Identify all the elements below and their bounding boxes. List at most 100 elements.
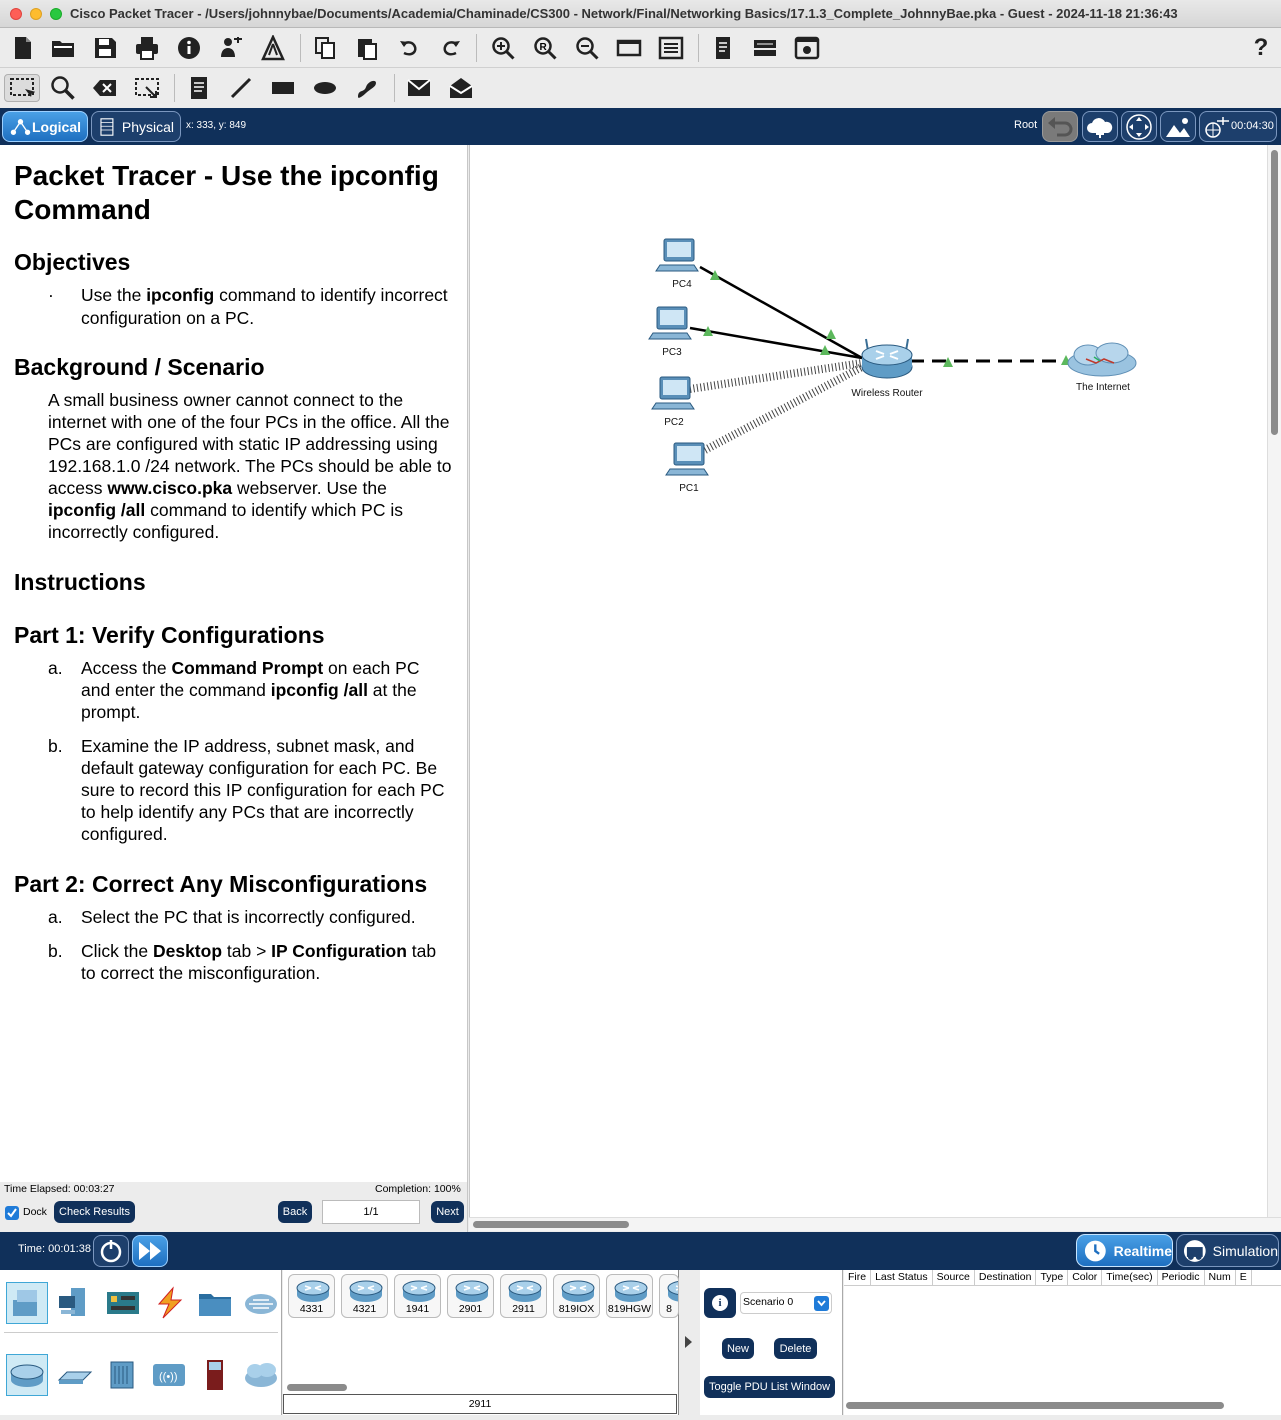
device-model-tile[interactable]: 819HGW [606, 1274, 653, 1318]
network-device-icon[interactable] [750, 34, 780, 62]
miscellaneous-icon[interactable] [194, 1282, 236, 1324]
delete-scenario-button[interactable]: Delete [774, 1338, 817, 1359]
draw-line-icon[interactable] [226, 74, 256, 102]
pdu-column-header[interactable]: Last Status [871, 1270, 933, 1285]
components-icon[interactable] [102, 1282, 144, 1324]
connections-icon[interactable] [148, 1282, 190, 1324]
set-background-button[interactable] [1160, 111, 1196, 142]
scenario-select[interactable]: Scenario 0 [740, 1292, 832, 1314]
move-object-button[interactable] [1121, 111, 1157, 142]
pdu-column-header[interactable]: Periodic [1158, 1270, 1205, 1285]
routers-icon[interactable] [6, 1354, 48, 1396]
device-model-tile[interactable]: 2911 [500, 1274, 547, 1318]
zoom-reset-icon[interactable]: R [530, 34, 560, 62]
custom-device-dialog-icon[interactable] [656, 34, 686, 62]
resize-shape-icon[interactable] [132, 74, 162, 102]
pdu-column-header[interactable]: E [1236, 1270, 1252, 1285]
network-devices-icon[interactable] [6, 1282, 48, 1324]
pc1-node[interactable] [665, 442, 709, 476]
device-model-tile[interactable]: 4331 [288, 1274, 335, 1318]
zoom-out-icon[interactable] [572, 34, 602, 62]
pdu-scrollbar[interactable] [846, 1400, 1279, 1410]
activity-wizard-icon[interactable] [216, 34, 246, 62]
info-icon[interactable] [174, 34, 204, 62]
undo-icon[interactable] [394, 34, 424, 62]
device-model-tile[interactable]: 2901 [447, 1274, 494, 1318]
freeform-draw-icon[interactable] [352, 74, 382, 102]
scroll-thumb[interactable] [473, 1221, 629, 1228]
pdu-column-header[interactable]: Fire [844, 1270, 872, 1285]
realtime-mode-button[interactable]: Realtime [1076, 1234, 1173, 1267]
end-devices-icon[interactable] [54, 1282, 96, 1324]
pdu-column-header[interactable]: Type [1036, 1270, 1069, 1285]
draw-rectangle-icon[interactable] [268, 74, 298, 102]
redo-icon[interactable] [436, 34, 466, 62]
device-model-tile[interactable]: 8 [659, 1274, 679, 1318]
tab-physical[interactable]: Physical [91, 111, 181, 142]
scenario-info-button[interactable]: i [704, 1288, 736, 1318]
device-model-tile[interactable]: 4321 [341, 1274, 388, 1318]
help-icon[interactable]: ? [1246, 34, 1276, 62]
internet-cloud-node[interactable] [1067, 342, 1137, 377]
model-scrollbar[interactable] [285, 1382, 677, 1392]
wireless-router-node[interactable] [861, 338, 913, 379]
select-tool-icon[interactable] [4, 74, 40, 102]
wan-emulation-icon[interactable] [240, 1354, 282, 1396]
scroll-thumb[interactable] [1271, 150, 1278, 435]
new-file-icon[interactable] [8, 34, 38, 62]
logical-workspace[interactable]: PC4 PC3 PC2 PC1 Wireless Router The Inte… [469, 145, 1267, 1217]
draw-ellipse-icon[interactable] [310, 74, 340, 102]
new-scenario-button[interactable]: New [722, 1338, 754, 1359]
back-button[interactable]: Back [278, 1201, 312, 1223]
save-icon[interactable] [90, 34, 120, 62]
open-folder-icon[interactable] [48, 34, 78, 62]
power-cycle-button[interactable] [93, 1235, 129, 1267]
zoom-in-icon[interactable] [488, 34, 518, 62]
minimize-window-button[interactable] [30, 8, 42, 20]
pc3-node[interactable] [648, 306, 692, 340]
next-button[interactable]: Next [431, 1201, 464, 1223]
copy-icon[interactable] [310, 34, 340, 62]
workspace-vertical-scrollbar[interactable] [1267, 145, 1281, 1217]
simulation-mode-button[interactable]: Simulation [1176, 1234, 1279, 1267]
close-window-button[interactable] [10, 8, 22, 20]
paste-icon[interactable] [352, 34, 382, 62]
pdu-column-header[interactable]: Destination [975, 1270, 1037, 1285]
multiuser-connection-icon[interactable] [240, 1282, 282, 1324]
pdu-column-header[interactable]: Source [933, 1270, 975, 1285]
check-results-button[interactable]: Check Results [54, 1201, 135, 1223]
add-complex-pdu-icon[interactable] [446, 74, 476, 102]
inspect-tool-icon[interactable] [48, 74, 78, 102]
pdu-column-header[interactable]: Time(sec) [1102, 1270, 1158, 1285]
web-view-icon[interactable] [792, 34, 822, 62]
collapse-panel-toggle[interactable] [680, 1270, 700, 1415]
page-number-field[interactable]: 1/1 [322, 1200, 420, 1224]
print-icon[interactable] [132, 34, 162, 62]
back-level-button[interactable] [1042, 111, 1078, 142]
cluster-button[interactable] [1082, 111, 1118, 142]
zoom-window-button[interactable] [50, 8, 62, 20]
pc4-node[interactable] [655, 238, 699, 272]
workspace-horizontal-scrollbar[interactable] [469, 1217, 1281, 1231]
scroll-thumb[interactable] [287, 1384, 347, 1391]
device-model-tile[interactable]: 1941 [394, 1274, 441, 1318]
scroll-thumb[interactable] [846, 1402, 1224, 1409]
toggle-pdu-list-button[interactable]: Toggle PDU List Window [704, 1376, 835, 1398]
custom-device-icon[interactable] [258, 34, 288, 62]
delete-tool-icon[interactable] [90, 74, 120, 102]
hubs-icon[interactable] [102, 1354, 144, 1396]
drawing-palette-icon[interactable] [614, 34, 644, 62]
pdu-column-header[interactable]: Color [1068, 1270, 1103, 1285]
pdu-list-icon[interactable] [708, 34, 738, 62]
tab-logical[interactable]: Logical [2, 111, 88, 142]
pdu-column-header[interactable]: Num [1205, 1270, 1236, 1285]
security-devices-icon[interactable] [194, 1354, 236, 1396]
place-note-icon[interactable] [184, 74, 214, 102]
wireless-devices-icon[interactable]: ((•)) [148, 1354, 190, 1396]
switches-icon[interactable] [54, 1354, 96, 1396]
dock-checkbox[interactable] [5, 1206, 19, 1220]
device-model-tile[interactable]: 819IOX [553, 1274, 600, 1318]
pc2-node[interactable] [651, 376, 695, 410]
add-simple-pdu-icon[interactable] [404, 74, 434, 102]
fast-forward-button[interactable] [132, 1235, 168, 1267]
